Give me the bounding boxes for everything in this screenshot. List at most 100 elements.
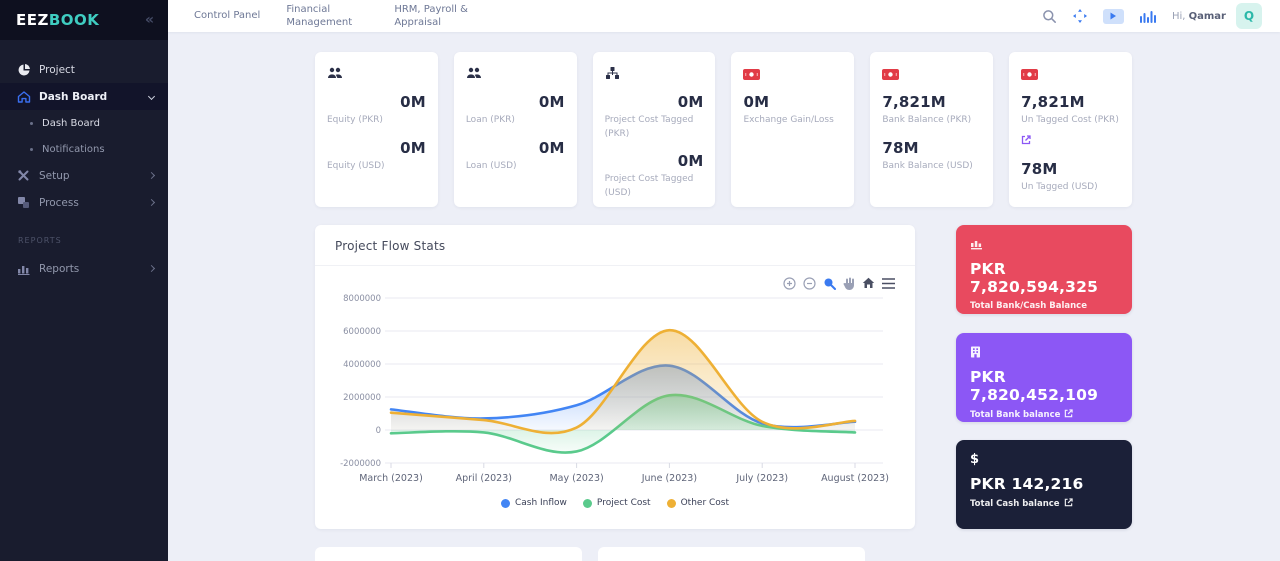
subitem-label: Dash Board [42,118,100,129]
total-cash-balance-card[interactable]: $ PKR 142,216 Total Cash balance [956,440,1132,529]
money-icon [743,65,842,81]
stat-label: Loan (USD) [466,160,565,174]
bottom-row [315,547,1132,561]
svg-text:8000000: 8000000 [343,294,381,304]
stat-label: Project Cost Tagged (USD) [605,173,704,200]
partial-card-1 [315,547,582,561]
stat-value: 0M [605,93,704,111]
stats-bars-icon[interactable] [1140,10,1156,23]
stat-row: 0M Loan (PKR) [466,93,565,128]
stat-value: 0M [327,139,426,157]
total-bank-balance-card[interactable]: PKR 7,820,452,109 Total Bank balance [956,333,1132,422]
stat-value: 0M [743,93,842,111]
svg-text:June (2023): June (2023) [641,473,697,484]
boxes-icon [17,196,39,209]
stat-value: 0M [466,93,565,111]
dollar-icon: $ [970,452,1118,466]
stat-row: 0M Project Cost Tagged (PKR) [605,93,704,141]
logo-part1: EEZ [16,11,49,29]
summary-label: Total Bank/Cash Balance [970,301,1118,311]
sidebar-item-reports[interactable]: Reports [0,255,168,282]
external-link-icon[interactable] [1021,130,1120,149]
bar-chart-icon [970,237,1118,251]
stat-row: 7,821M Un Tagged Cost (PKR) [1021,93,1120,149]
external-link-icon[interactable] [1064,498,1073,510]
play-button-icon[interactable] [1103,9,1124,24]
chart-pan-icon[interactable] [843,277,855,290]
svg-text:4000000: 4000000 [343,360,381,370]
stat-card-project-cost-tagged: 0M Project Cost Tagged (PKR) 0M Project … [593,52,716,207]
stat-value: 7,821M [1021,93,1120,111]
external-link-icon[interactable] [1064,409,1073,421]
tab-financial-management[interactable]: Financial Management [286,3,368,30]
sidebar-subitem-notifications[interactable]: Notifications [0,136,168,162]
move-icon[interactable] [1073,9,1087,23]
users-icon [466,65,565,81]
svg-text:6000000: 6000000 [343,327,381,337]
money-icon [1021,65,1120,81]
sidebar-item-project[interactable]: Project [0,56,168,83]
chart-zoom-out-icon[interactable] [803,277,816,290]
tab-control-panel[interactable]: Control Panel [194,9,260,23]
chevron-right-icon [148,265,155,272]
stat-row: 0M Loan (USD) [466,139,565,174]
legend-item-project-cost[interactable]: Project Cost [583,498,651,508]
logo-part2: BOOK [49,11,100,29]
search-icon[interactable] [1042,9,1057,24]
svg-text:August (2023): August (2023) [821,473,889,484]
svg-text:April (2023): April (2023) [456,473,512,484]
user-name: Qamar [1189,11,1226,22]
chart-menu-icon[interactable] [882,278,895,289]
stat-value: 0M [327,93,426,111]
app-root: EEZBOOK « Project Dash Board Dash Bo [0,0,1280,561]
sidebar-section-reports: REPORTS [0,216,168,255]
app-logo[interactable]: EEZBOOK [16,11,99,29]
stat-label: Bank Balance (USD) [882,160,981,174]
middle-row: Project Flow Stats 8000000 6000000 4000000… [315,225,1132,529]
legend-label: Cash Inflow [515,498,567,508]
chart-title: Project Flow Stats [315,225,915,266]
project-flow-stats-card: Project Flow Stats 8000000 6000000 4000000… [315,225,915,529]
top-navbar: Control Panel Financial Management HRM, … [168,0,1280,32]
sidebar-item-label: Reports [39,263,149,275]
sidebar-item-setup[interactable]: Setup [0,162,168,189]
pie-chart-icon [17,63,39,77]
stat-row: 78M Bank Balance (USD) [882,139,981,174]
chevron-right-icon [148,172,155,179]
sidebar-item-label: Setup [39,170,149,182]
stat-card-bank-balance: 7,821M Bank Balance (PKR) 78M Bank Balan… [870,52,993,207]
dashboard-content: 0M Equity (PKR) 0M Equity (USD) 0M Loan … [168,32,1280,561]
chart-toolbar [333,276,895,290]
chart-home-icon[interactable] [862,277,875,289]
chevron-right-icon [148,199,155,206]
svg-text:March (2023): March (2023) [359,473,423,484]
stat-card-exchange: 0M Exchange Gain/Loss [731,52,854,207]
summary-column: PKR 7,820,594,325 Total Bank/Cash Balanc… [956,225,1132,529]
legend-item-cash-inflow[interactable]: Cash Inflow [501,498,567,508]
bullet-icon [30,122,33,125]
total-bank-cash-balance-card[interactable]: PKR 7,820,594,325 Total Bank/Cash Balanc… [956,225,1132,314]
sitemap-icon [605,65,704,81]
chart-zoom-in-icon[interactable] [783,277,796,290]
svg-text:July (2023): July (2023) [735,473,788,484]
legend-label: Project Cost [597,498,651,508]
chart-selection-zoom-icon[interactable] [823,277,836,290]
main-area: Control Panel Financial Management HRM, … [168,0,1280,561]
sidebar: EEZBOOK « Project Dash Board Dash Bo [0,0,168,561]
sidebar-subitem-dashboard[interactable]: Dash Board [0,110,168,136]
tab-hrm-payroll[interactable]: HRM, Payroll & Appraisal [394,3,476,30]
stat-label: Exchange Gain/Loss [743,114,842,128]
subitem-label: Notifications [42,144,105,155]
greeting-prefix: Hi, [1172,11,1185,22]
legend-dot [583,499,592,508]
sidebar-item-process[interactable]: Process [0,189,168,216]
user-greeting: Hi, Qamar [1172,11,1226,22]
sidebar-item-dashboard[interactable]: Dash Board [0,83,168,110]
legend-dot [667,499,676,508]
flow-chart-svg[interactable]: 80000006000000400000020000000-2000000Mar… [333,290,893,488]
stat-row: 0M Equity (PKR) [327,93,426,128]
sidebar-collapse-icon[interactable]: « [145,12,154,28]
stat-label: Equity (USD) [327,160,426,174]
legend-item-other-cost[interactable]: Other Cost [667,498,729,508]
avatar[interactable]: Q [1236,3,1262,29]
